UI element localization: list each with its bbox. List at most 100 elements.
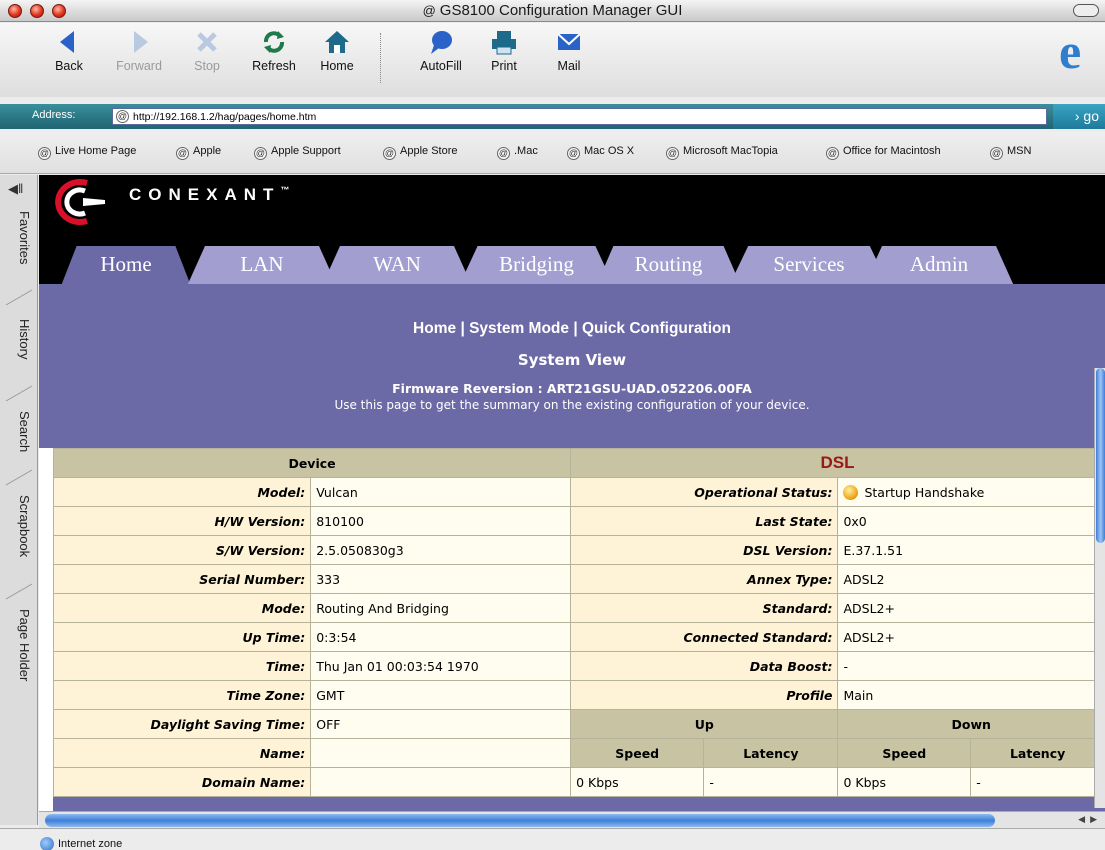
tab-divider <box>5 289 33 306</box>
favorite-link[interactable]: @ Microsoft MacTopia <box>666 145 778 160</box>
tab-bridging[interactable]: Bridging <box>459 246 614 286</box>
table-row: Serial Number: 333 Annex Type: ADSL2 <box>52 564 1105 594</box>
refresh-icon <box>264 31 284 53</box>
table-header-row: Device DSL <box>52 448 1105 478</box>
quick-configuration-link[interactable]: Quick Configuration <box>582 320 731 337</box>
up-speed-header: Speed <box>570 738 705 768</box>
favorite-link[interactable]: @ Apple <box>176 145 221 160</box>
vertical-scroll-thumb[interactable] <box>1096 368 1105 543</box>
dsl-header: DSL <box>570 448 1105 478</box>
print-button[interactable]: Print <box>475 27 533 73</box>
home-link[interactable]: Home <box>413 320 456 337</box>
at-icon: @ <box>567 147 580 160</box>
at-icon: @ <box>176 147 189 160</box>
favorite-link[interactable]: @ Office for Macintosh <box>826 145 941 160</box>
firmware-version: Firmware Reversion : ART21GSU-UAD.052206… <box>392 381 752 396</box>
at-icon: @ <box>826 147 839 160</box>
table-row: S/W Version: 2.5.050830g3 DSL Version: E… <box>52 535 1105 565</box>
favorite-link[interactable]: @ .Mac <box>497 145 538 160</box>
tab-wan[interactable]: WAN <box>322 246 472 286</box>
back-button[interactable]: Back <box>40 27 98 73</box>
autofill-button[interactable]: AutoFill <box>412 27 470 73</box>
brand-header: CONEXANT™ <box>39 175 1105 239</box>
down-speed-header: Speed <box>837 738 972 768</box>
table-row: Daylight Saving Time: OFF Up Down <box>52 709 1105 739</box>
scroll-right-icon[interactable]: ▶ <box>1090 814 1097 825</box>
horizontal-scroll-thumb[interactable] <box>45 814 995 827</box>
at-icon: @ <box>383 147 396 160</box>
favorite-link[interactable]: @ Apple Store <box>383 145 457 160</box>
back-arrow-icon <box>60 31 74 53</box>
tab-home[interactable]: Home <box>61 246 191 286</box>
page-title: System View <box>517 351 627 369</box>
favorite-link[interactable]: @ Mac OS X <box>567 145 634 160</box>
table-row: H/W Version: 810100 Last State: 0x0 <box>52 506 1105 536</box>
web-content: CONEXANT™ Home LAN WAN Bridging Routing … <box>39 175 1105 825</box>
stop-button[interactable]: Stop <box>178 27 236 73</box>
printer-icon <box>492 31 516 55</box>
brand-name: CONEXANT™ <box>129 185 297 204</box>
table-row: Domain Name: 0 Kbps - 0 Kbps - <box>52 767 1105 797</box>
explorer-bar: ◀‖ Favorites History Search Scrapbook Pa… <box>0 175 38 825</box>
up-header: Up <box>570 709 839 739</box>
browser-toolbar: Back Forward Stop Refresh Home AutoFill … <box>0 23 1105 97</box>
tab-admin[interactable]: Admin <box>864 246 1014 286</box>
tab-lan[interactable]: LAN <box>187 246 337 286</box>
at-icon: @ <box>38 147 51 160</box>
address-field[interactable]: @ <box>112 108 1047 125</box>
system-summary-table: Device DSL Model: Vulcan Operational Sta… <box>52 448 1105 797</box>
zone-label: Internet zone <box>58 838 123 850</box>
favorite-link[interactable]: @ MSN <box>990 145 1031 160</box>
favorites-bar: @ Live Home Page @ Apple @ Apple Support @ A… <box>0 132 1105 174</box>
mail-button[interactable]: Mail <box>540 27 598 73</box>
toolbar-separator <box>380 33 381 83</box>
home-icon <box>325 31 349 53</box>
toolbar-toggle-button[interactable] <box>1073 4 1099 17</box>
globe-icon <box>40 837 54 850</box>
refresh-button[interactable]: Refresh <box>245 27 303 73</box>
tab-search[interactable]: Search <box>6 411 32 452</box>
table-row: Mode: Routing And Bridging Standard: ADS… <box>52 593 1105 623</box>
vertical-scrollbar[interactable] <box>1094 368 1105 808</box>
header-panel: Home | System Mode | Quick Configuration… <box>39 284 1105 448</box>
down-latency-header: Latency <box>970 738 1105 768</box>
nav-tabs: Home LAN WAN Bridging Routing Services A… <box>39 239 1105 286</box>
at-icon: @ <box>990 147 1003 160</box>
table-row: Time: Thu Jan 01 00:03:54 1970 Data Boos… <box>52 651 1105 681</box>
table-row: Time Zone: GMT Profile Main <box>52 680 1105 710</box>
tab-divider <box>5 583 33 600</box>
at-icon: @ <box>422 3 436 18</box>
tab-scrapbook[interactable]: Scrapbook <box>6 495 32 557</box>
scroll-left-icon[interactable]: ◀ <box>1078 814 1085 825</box>
tab-history[interactable]: History <box>6 319 32 359</box>
down-header: Down <box>837 709 1105 739</box>
mail-icon <box>557 33 581 50</box>
tab-routing[interactable]: Routing <box>596 246 741 286</box>
home-button[interactable]: Home <box>308 27 366 73</box>
tab-favorites[interactable]: Favorites <box>6 211 32 264</box>
go-button[interactable]: › go <box>1053 104 1105 129</box>
conexant-logo-icon <box>55 179 105 225</box>
autofill-icon <box>431 31 452 54</box>
address-label: Address: <box>32 109 76 121</box>
up-latency-header: Latency <box>703 738 839 768</box>
url-input[interactable] <box>133 110 1033 124</box>
device-header: Device <box>52 448 572 478</box>
tab-divider <box>5 469 33 486</box>
table-row: Up Time: 0:3:54 Connected Standard: ADSL… <box>52 622 1105 652</box>
summary-tables: Device DSL Model: Vulcan Operational Sta… <box>52 448 1105 825</box>
page-description: Use this page to get the summary on the … <box>334 398 810 412</box>
window-title: @ GS8100 Configuration Manager GUI <box>422 2 683 19</box>
status-indicator-icon <box>843 484 859 500</box>
collapse-sidebar-icon[interactable]: ◀‖ <box>8 181 23 197</box>
table-row: Name: Speed Latency Speed Latency <box>52 738 1105 768</box>
tab-divider <box>5 385 33 402</box>
favorite-link[interactable]: @ Live Home Page <box>38 145 136 160</box>
horizontal-scrollbar[interactable]: ◀ ▶ <box>39 811 1105 828</box>
system-mode-link[interactable]: System Mode <box>469 320 569 337</box>
forward-button[interactable]: Forward <box>110 27 168 73</box>
favorite-link[interactable]: @ Apple Support <box>254 145 341 160</box>
at-icon: @ <box>254 147 267 160</box>
tab-page-holder[interactable]: Page Holder <box>6 609 32 681</box>
address-bar: Address: @ › go <box>0 104 1105 129</box>
